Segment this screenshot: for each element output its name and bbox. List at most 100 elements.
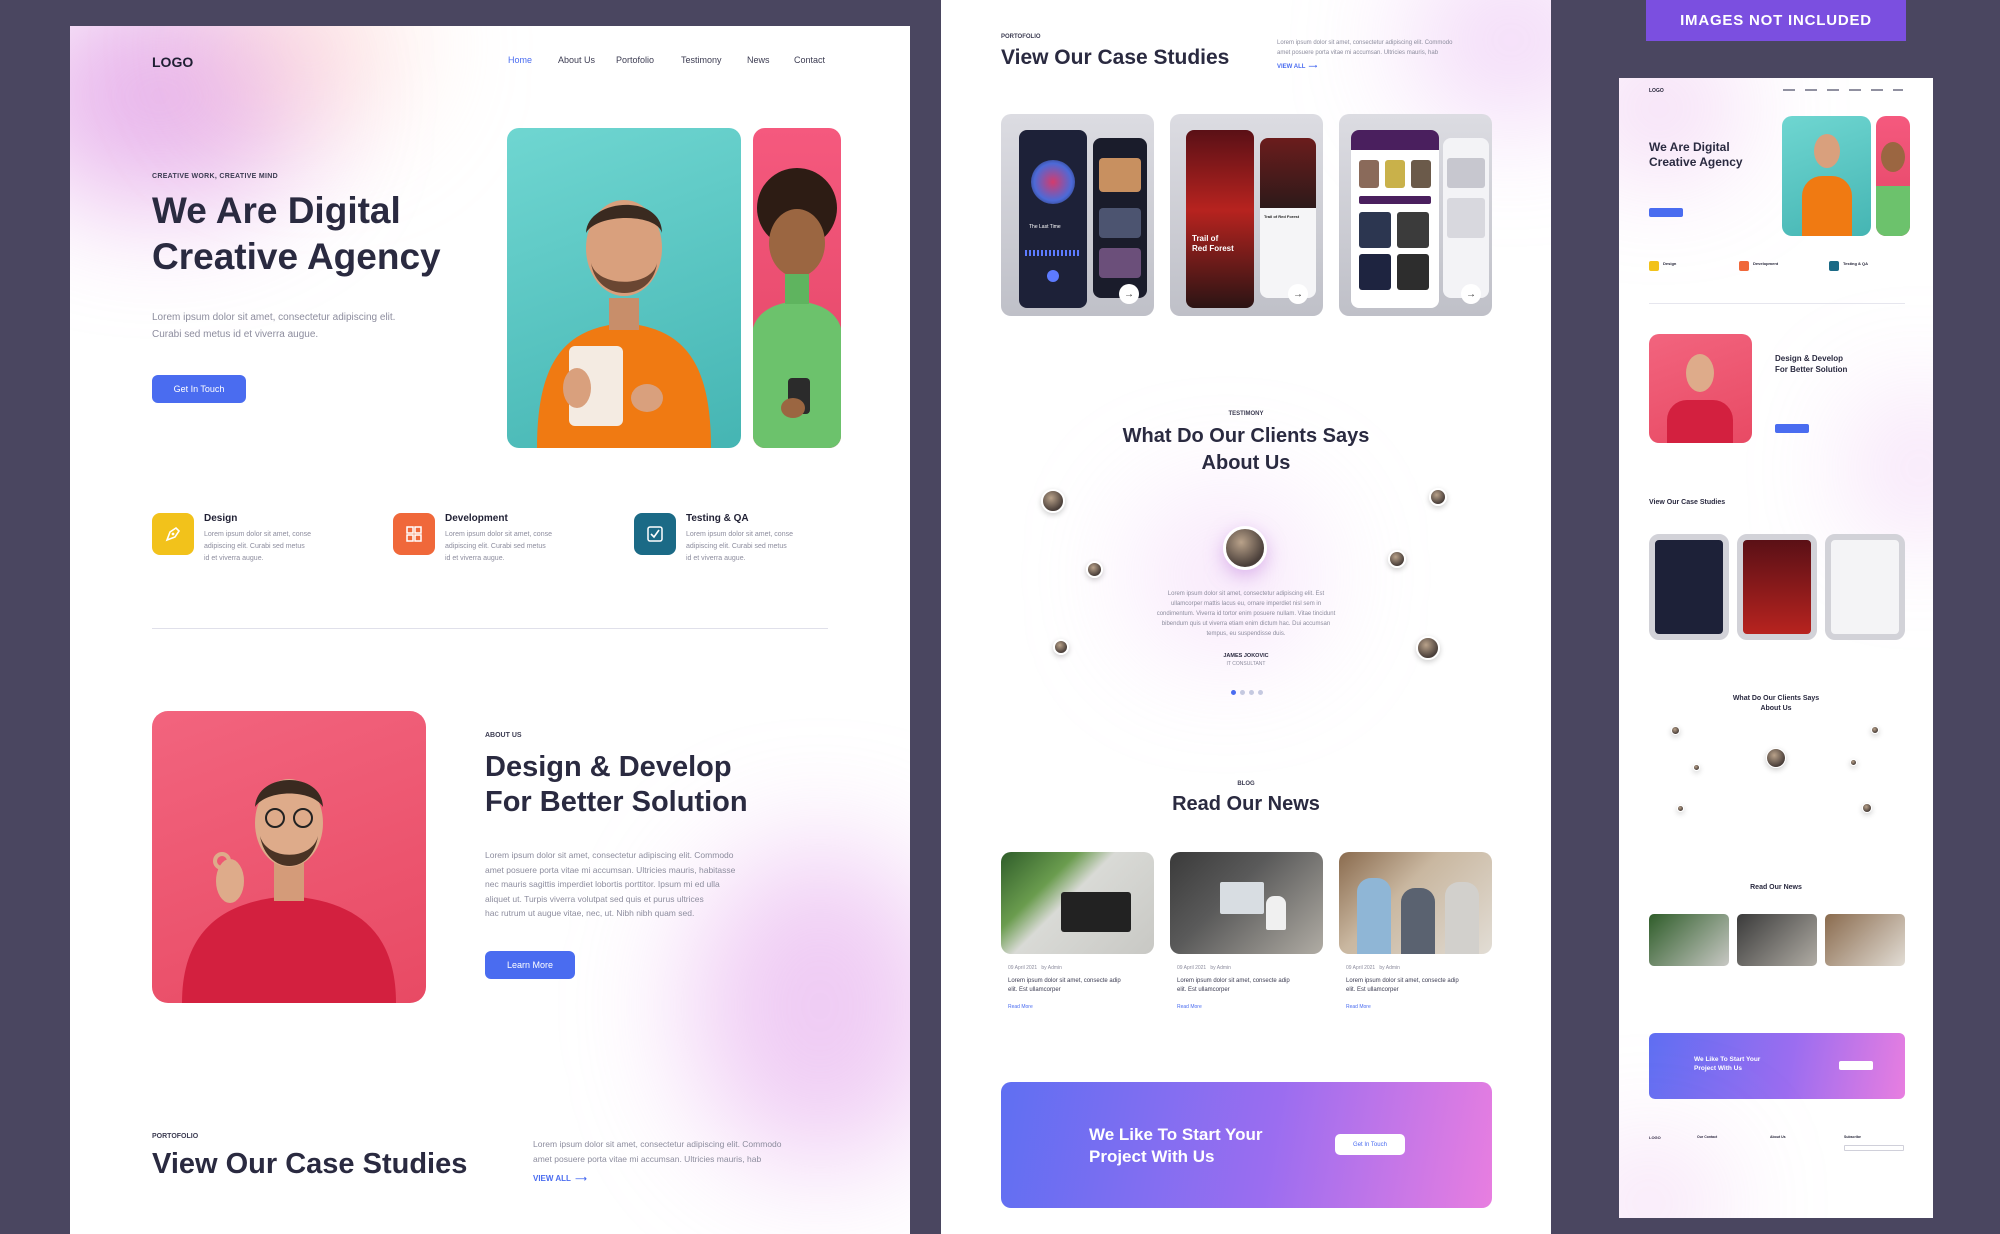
mini-about-title-line: For Better Solution — [1775, 365, 1848, 374]
quote-line: ullamcorper mattis lacus eu, ornare impe… — [1170, 601, 1322, 607]
case-study-card-travel-app[interactable]: Trail of Red Forest Trail of Red Forest … — [1170, 114, 1323, 316]
mini-hero-photo-woman — [1876, 116, 1910, 236]
carousel-dot-active[interactable] — [1231, 690, 1236, 695]
portfolio-desc-line: amet posuere porta vitae mi accumsan. Ul… — [533, 1153, 762, 1164]
images-not-included-badge: IMAGES NOT INCLUDED — [1646, 0, 1906, 41]
mini-case-card — [1825, 534, 1905, 640]
service-text-line: id et viverra augue. — [445, 555, 505, 562]
mini-news-image — [1825, 914, 1905, 966]
portfolio-desc-line: Lorem ipsum dolor sit amet, consectetur … — [533, 1139, 782, 1149]
service-text-line: adipiscing elit. Curabi sed metus — [445, 543, 546, 550]
next-arrow-icon[interactable]: → — [1119, 284, 1139, 304]
about-photo-man-glasses — [152, 711, 426, 1003]
site-logo[interactable]: LOGO — [152, 54, 193, 70]
news-image-office-laptop[interactable] — [1170, 852, 1323, 954]
nav-testimony[interactable]: Testimony — [681, 55, 722, 65]
news-author: by Admin — [1210, 965, 1231, 971]
grid-icon — [406, 526, 422, 542]
carousel-dot[interactable] — [1249, 690, 1254, 695]
case-studies-view-all-link[interactable]: VIEW ALL ⟶ — [1277, 63, 1317, 70]
client-avatar[interactable] — [1086, 561, 1103, 578]
nav-portfolio[interactable]: Portofolio — [616, 55, 654, 65]
nav-news[interactable]: News — [747, 55, 770, 65]
mini-client-avatar — [1693, 764, 1700, 771]
testing-service-icon — [634, 513, 676, 555]
quote-line: Lorem ipsum dolor sit amet, consectetur … — [1167, 591, 1325, 597]
case-desc-line: Lorem ipsum dolor sit amet, consectetur … — [1277, 40, 1453, 46]
news-author: by Admin — [1379, 965, 1400, 971]
portfolio-description: Lorem ipsum dolor sit amet, consectetur … — [533, 1137, 782, 1166]
get-in-touch-button[interactable]: Get In Touch — [152, 375, 246, 403]
news-image-plants-monitor[interactable] — [1001, 852, 1154, 954]
album-thumb — [1099, 208, 1141, 238]
mini-logo[interactable]: LOGO — [1649, 88, 1664, 94]
mini-client-avatar — [1677, 805, 1684, 812]
mini-subscribe-input[interactable] — [1844, 1145, 1904, 1151]
section-divider — [152, 628, 828, 629]
sweater-shape — [1802, 176, 1852, 236]
learn-more-button[interactable]: Learn More — [485, 951, 575, 979]
mini-footer-col: About Us — [1770, 1135, 1786, 1139]
sweater-shape — [1876, 186, 1910, 236]
mini-case-card — [1737, 534, 1817, 640]
hero-title-line2: Creative Agency — [152, 236, 441, 277]
about-paragraph: Lorem ipsum dolor sit amet, consectetur … — [485, 848, 735, 921]
next-arrow-icon[interactable]: → — [1461, 284, 1481, 304]
service-text-line: adipiscing elit. Curabi sed metus — [686, 543, 787, 550]
view-all-link[interactable]: VIEW ALL ⟶ — [533, 1174, 587, 1183]
mini-cta-button[interactable] — [1839, 1061, 1873, 1070]
mini-about-button[interactable] — [1775, 424, 1809, 433]
mini-hero-button[interactable] — [1649, 208, 1683, 217]
mini-featured-avatar — [1766, 748, 1786, 768]
travel-detail-screen: Trail of Red Forest — [1186, 130, 1254, 308]
pen-tool-icon — [165, 526, 181, 542]
news-date: 09 April 2021 — [1346, 965, 1376, 971]
mini-hero-title: We Are Digital Creative Agency — [1649, 140, 1743, 170]
mini-client-avatar — [1850, 759, 1857, 766]
about-text-line: hac rutrum ut augue vitae, nec, ut. Nibh… — [485, 908, 695, 918]
nav-home[interactable]: Home — [508, 55, 532, 65]
case-study-card-music-app[interactable]: The Last Time → — [1001, 114, 1154, 316]
read-more-link[interactable]: Read More — [1008, 1004, 1121, 1010]
head-shape — [1814, 134, 1840, 168]
mini-cta-banner: We Like To Start Your Project With Us — [1649, 1033, 1905, 1099]
case-study-card-shop-app[interactable]: → — [1339, 114, 1492, 316]
landing-page-main-panel: LOGO Home About Us Portofolio Testimony … — [70, 26, 910, 1234]
news-post-meta: 09 April 2021 by Admin — [1008, 965, 1121, 971]
mini-hero-title-line: We Are Digital — [1649, 140, 1730, 154]
next-arrow-icon[interactable]: → — [1288, 284, 1308, 304]
nav-contact[interactable]: Contact — [794, 55, 825, 65]
testimonial-author-role: IT CONSULTANT — [1226, 661, 1266, 667]
checkbox-icon — [647, 526, 663, 542]
news-post-2: 09 April 2021 by Admin Lorem ipsum dolor… — [1177, 965, 1290, 1010]
carousel-dot[interactable] — [1258, 690, 1263, 695]
news-post-meta: 09 April 2021 by Admin — [1346, 965, 1459, 971]
read-more-link[interactable]: Read More — [1177, 1004, 1290, 1010]
travel-side-title: Trail of Red Forest — [1264, 214, 1300, 219]
service-text-line: id et viverra augue. — [204, 555, 264, 562]
mini-news-image — [1649, 914, 1729, 966]
decor-glow — [1411, 0, 1551, 120]
news-post-3: 09 April 2021 by Admin Lorem ipsum dolor… — [1346, 965, 1459, 1010]
service-testing-text: Lorem ipsum dolor sit amet, conse adipis… — [686, 529, 793, 565]
person-shape — [1266, 896, 1286, 930]
travel-thumb — [1260, 138, 1316, 208]
read-more-link[interactable]: Read More — [1346, 1004, 1459, 1010]
case-studies-title: View Our Case Studies — [1001, 46, 1230, 69]
decor-glow — [210, 26, 410, 126]
news-image-team-meeting[interactable] — [1339, 852, 1492, 954]
mini-news-title: Read Our News — [1750, 884, 1802, 891]
carousel-dot[interactable] — [1240, 690, 1245, 695]
service-testing-title: Testing & QA — [686, 513, 749, 524]
woman-green-illustration — [753, 168, 841, 448]
arrow-right-icon: ⟶ — [573, 1174, 587, 1183]
client-avatar[interactable] — [1041, 489, 1065, 513]
nav-about[interactable]: About Us — [558, 55, 595, 65]
man-red-sweater-illustration — [182, 779, 396, 1003]
travel-title-line: Red Forest — [1192, 244, 1234, 253]
excerpt-line: elit. Est ullamcorper — [1177, 987, 1230, 993]
client-avatar[interactable] — [1388, 550, 1406, 568]
testimonial-quote: Lorem ipsum dolor sit amet, consectetur … — [941, 589, 1551, 639]
cta-get-in-touch-button[interactable]: Get In Touch — [1335, 1134, 1405, 1155]
client-avatar[interactable] — [1429, 488, 1447, 506]
